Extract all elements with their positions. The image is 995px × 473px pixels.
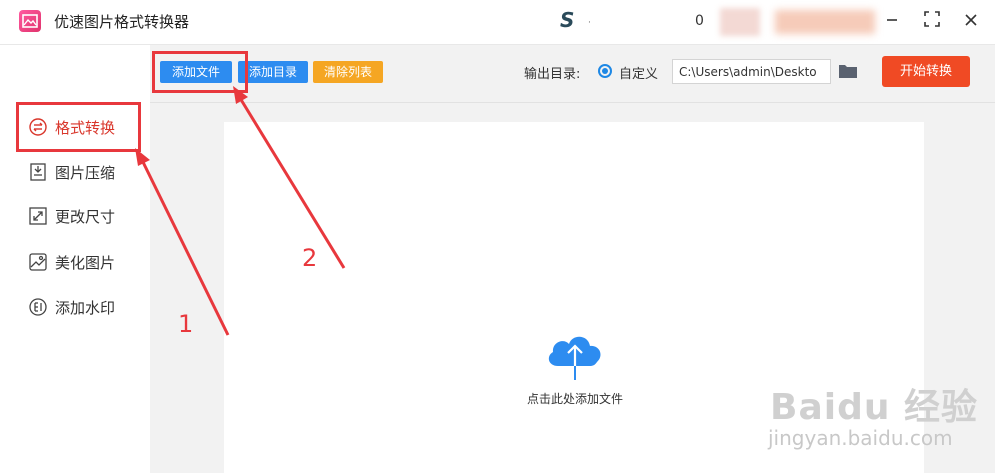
step-1-label: 1 (178, 310, 194, 338)
drop-hint-text[interactable]: 点击此处添加文件 (500, 390, 650, 407)
app-logo-icon (19, 10, 41, 32)
highlight-box (152, 51, 248, 93)
clear-list-button[interactable]: 清除列表 (313, 61, 383, 83)
title-counter: 0 (695, 13, 704, 29)
sidebar-item-beautify[interactable]: 美化图片 (28, 249, 115, 275)
beautify-icon (28, 252, 48, 272)
sidebar-item-watermark[interactable]: 添加水印 (28, 294, 115, 320)
sidebar-item-label: 图片压缩 (55, 163, 116, 182)
highlight-box (16, 102, 141, 152)
output-path-field[interactable] (672, 59, 831, 84)
blurred-region (775, 10, 875, 34)
title-bar: 优速图片格式转换器 S · 0 (0, 0, 995, 44)
sidebar-item-label: 更改尺寸 (55, 207, 116, 226)
output-dir-label: 输出目录: (524, 67, 581, 82)
minus-icon[interactable] (880, 10, 904, 34)
sidebar-item-compress[interactable]: 图片压缩 (28, 159, 115, 185)
sidebar-item-label: 添加水印 (55, 298, 116, 317)
sidebar-item-label: 美化图片 (55, 253, 116, 272)
resize-icon (28, 206, 48, 226)
compress-icon (28, 162, 48, 182)
sidebar-item-resize[interactable]: 更改尺寸 (28, 203, 115, 229)
expand-icon[interactable] (920, 10, 944, 34)
title-s-logo: S (560, 8, 575, 32)
baidu-watermark-url: jingyan.baidu.com (768, 426, 953, 450)
step-2-label: 2 (302, 244, 318, 272)
cloud-upload-icon[interactable] (544, 330, 606, 380)
title-dot: · (588, 18, 591, 28)
add-folder-button[interactable]: 添加目录 (238, 61, 308, 83)
start-convert-button[interactable]: 开始转换 (882, 56, 970, 87)
baidu-watermark-logo: Baidu 经验 (770, 387, 979, 428)
folder-icon[interactable] (838, 63, 858, 79)
watermark-icon (28, 297, 48, 317)
close-icon[interactable] (959, 10, 983, 34)
app-title: 优速图片格式转换器 (54, 13, 190, 31)
blurred-region (720, 8, 760, 36)
custom-radio-label: 自定义 (619, 67, 659, 82)
custom-radio[interactable] (598, 64, 612, 78)
